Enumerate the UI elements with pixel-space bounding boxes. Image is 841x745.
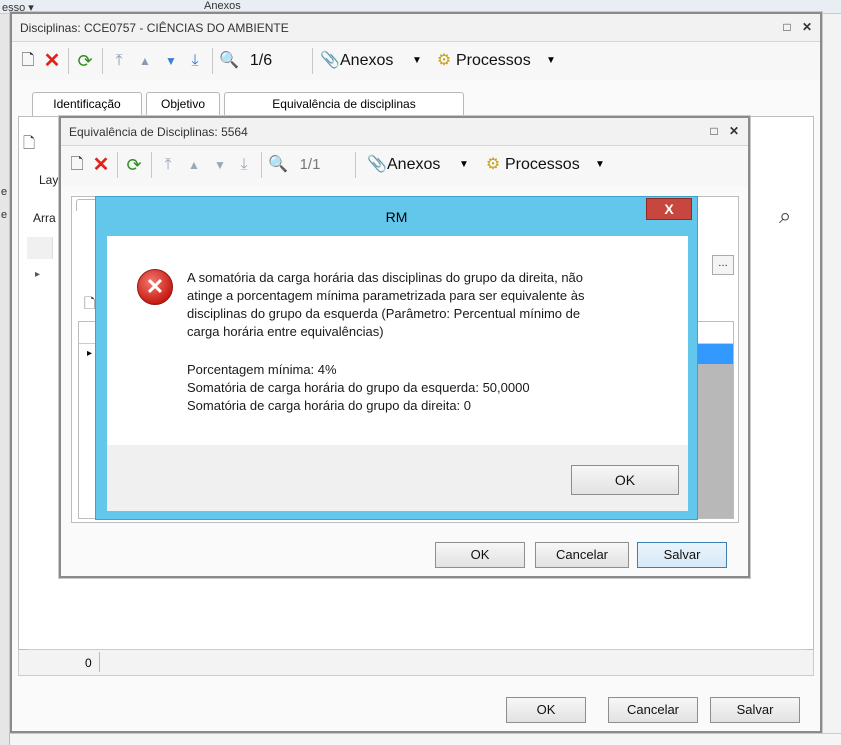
attachment-icon[interactable]: 📎 (367, 154, 387, 176)
next-record-icon[interactable]: ▼ (160, 50, 182, 72)
tab-identificacao[interactable]: Identificação (32, 92, 142, 116)
dialog-footer: OK (107, 445, 688, 511)
error-message-line: A somatória da carga horária das discipl… (187, 270, 584, 285)
ok-button[interactable]: OK (506, 697, 586, 723)
detail-line-right-group: Somatória de carga horária do grupo da d… (187, 398, 472, 413)
chevron-down-icon[interactable]: ▼ (544, 50, 558, 72)
row-indicator-icon: ▸ (35, 269, 41, 280)
previous-record-icon[interactable]: ▲ (183, 154, 205, 176)
dialog-title: RM (385, 209, 408, 225)
search-icon[interactable]: 🔍 (267, 154, 289, 176)
error-message-line: carga horária entre equivalências) (187, 324, 384, 339)
new-icon[interactable]: 🗋 (18, 50, 38, 72)
inner-save-button[interactable]: Salvar (637, 542, 727, 568)
lookup-button[interactable]: … (712, 255, 734, 275)
error-message-line: atinge a porcentagem mínima parametrizad… (187, 288, 585, 303)
background-tab-label: Anexos (204, 0, 241, 12)
processos-menu[interactable]: Processos (456, 50, 546, 72)
refresh-icon[interactable]: ⟳ (74, 50, 96, 72)
first-record-icon[interactable]: ⤒ (108, 50, 130, 72)
inner-toolbar: 🗋 ✕ ⟳ ⤒ ▲ ▼ ⤓ 🔍 1/1 📎 Anexos ▼ ⚙ Process… (61, 146, 748, 186)
record-counter: 1/6 (249, 52, 273, 69)
last-record-icon[interactable]: ⤓ (233, 154, 255, 176)
last-record-icon[interactable]: ⤓ (184, 50, 206, 72)
layout-label: Lay (39, 173, 59, 187)
dialog-titlebar[interactable]: RM X (96, 197, 697, 235)
refresh-icon[interactable]: ⟳ (123, 154, 145, 176)
inner-record-counter: 1/1 (299, 156, 321, 173)
anexos-menu[interactable]: Anexos (340, 50, 410, 72)
background-label: e (1, 209, 8, 221)
tab-equivalencia[interactable]: Equivalência de disciplinas (224, 92, 464, 116)
search-icon[interactable]: 🔍 (218, 50, 240, 72)
background-label: e (1, 186, 8, 198)
window-title: Disciplinas: CCE0757 - CIÊNCIAS DO AMBIE… (20, 21, 289, 35)
previous-record-icon[interactable]: ▲ (134, 50, 156, 72)
error-dialog: RM X ✕ A somatória da carga horária das … (95, 196, 698, 520)
tab-objetivo[interactable]: Objetivo (146, 92, 220, 116)
arrange-label: Arra (33, 211, 56, 225)
save-button[interactable]: Salvar (710, 697, 800, 723)
close-icon[interactable]: ✕ (800, 20, 814, 34)
detail-line-left-group: Somatória de carga horária do grupo da e… (187, 380, 530, 395)
dialog-body: ✕ A somatória da carga horária das disci… (107, 236, 688, 511)
restore-icon[interactable]: □ (780, 20, 794, 34)
window-titlebar[interactable]: Disciplinas: CCE0757 - CIÊNCIAS DO AMBIE… (12, 14, 820, 42)
dialog-close-button[interactable]: X (646, 198, 692, 220)
detail-line-min-percentage: Porcentagem mínima: 4% (187, 362, 337, 377)
background-footer (10, 733, 841, 745)
inner-window-titlebar[interactable]: Equivalência de Disciplinas: 5564 □ ✕ (61, 118, 748, 146)
inner-cancel-button[interactable]: Cancelar (535, 542, 629, 568)
cancel-button[interactable]: Cancelar (608, 697, 698, 723)
gear-icon[interactable]: ⚙ (483, 154, 503, 176)
close-icon[interactable]: ✕ (727, 124, 741, 138)
inner-ok-button[interactable]: OK (435, 542, 525, 568)
inner-processos-menu[interactable]: Processos (505, 154, 595, 176)
dialog-ok-button[interactable]: OK (571, 465, 679, 495)
new-icon[interactable]: 🗋 (23, 133, 35, 158)
next-record-icon[interactable]: ▼ (209, 154, 231, 176)
delete-icon[interactable]: ✕ (42, 50, 62, 72)
restore-icon[interactable]: □ (707, 124, 721, 138)
chevron-down-icon[interactable]: ▼ (410, 50, 424, 72)
chevron-down-icon[interactable]: ▼ (593, 154, 607, 176)
grid-header (27, 237, 53, 259)
first-record-icon[interactable]: ⤒ (157, 154, 179, 176)
error-message-line: disciplinas do grupo da esquerda (Parâme… (187, 306, 581, 321)
outer-toolbar: 🗋 ✕ ⟳ ⤒ ▲ ▼ ⤓ 🔍 1/6 📎 Anexos ▼ ⚙ Process… (12, 42, 820, 80)
attachment-icon[interactable]: 📎 (320, 50, 340, 72)
background-left-panel (0, 14, 10, 745)
inner-anexos-menu[interactable]: Anexos (387, 154, 457, 176)
chevron-down-icon[interactable]: ▼ (457, 154, 471, 176)
gear-icon[interactable]: ⚙ (434, 50, 454, 72)
magnifier-icon[interactable]: ⌕ (779, 203, 791, 229)
background-right-panel (822, 14, 841, 745)
error-icon: ✕ (137, 269, 173, 305)
outer-status-bar: 0 (18, 650, 814, 676)
new-icon[interactable]: 🗋 (67, 154, 87, 176)
outer-tabs: Identificação Objetivo Equivalência de d… (32, 92, 502, 116)
delete-icon[interactable]: ✕ (91, 154, 111, 176)
record-count: 0 (85, 656, 92, 670)
inner-window-title: Equivalência de Disciplinas: 5564 (69, 125, 248, 139)
new-icon[interactable]: 🗋 (84, 293, 95, 317)
